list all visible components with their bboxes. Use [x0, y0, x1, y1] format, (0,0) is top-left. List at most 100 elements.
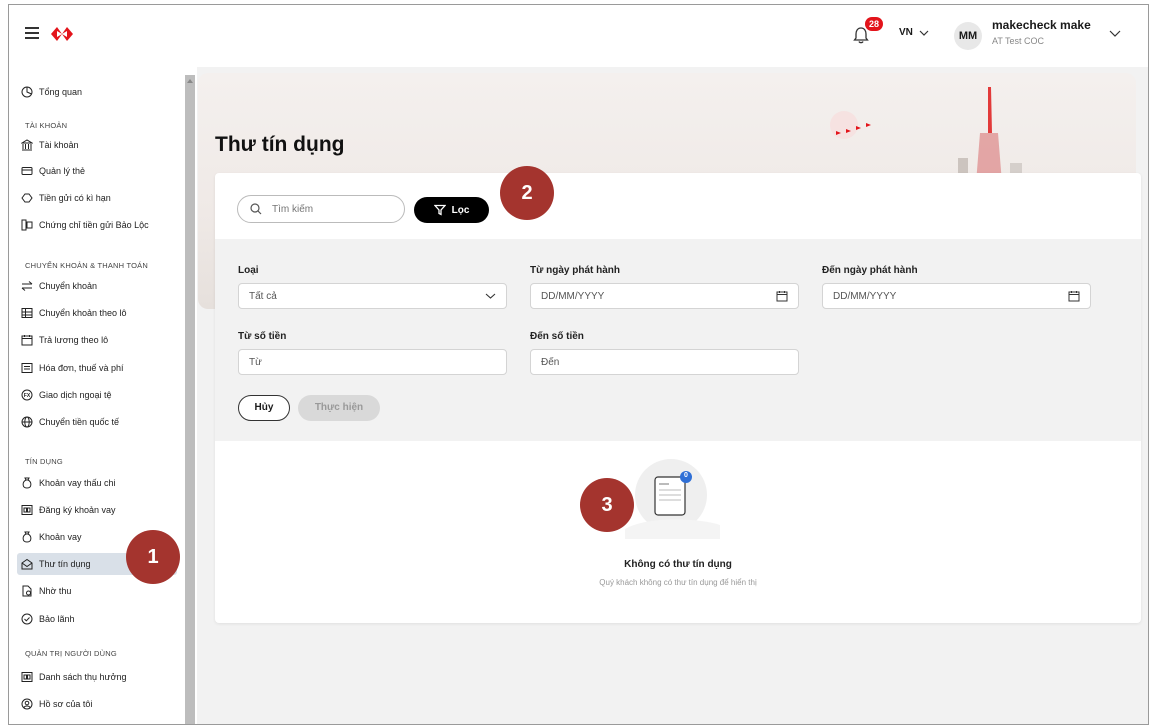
from-amount-field[interactable]: Từ — [238, 349, 507, 375]
app-window: 28 VN MM makecheck make AT Test COC Tổng… — [8, 4, 1149, 725]
search-box[interactable] — [237, 195, 405, 223]
sidebar-item-transfer[interactable]: Chuyển khoản — [17, 275, 97, 297]
sidebar-item-batch-salary[interactable]: Trả lương theo lô — [17, 329, 108, 351]
filter-button[interactable]: Lọc — [414, 197, 489, 223]
sidebar-item-label: Chuyển tiền quốc tế — [39, 417, 120, 427]
sidebar-item-label: Trả lương theo lô — [39, 335, 109, 345]
page-title: Thư tín dụng — [215, 133, 345, 156]
sidebar-item-loan-register[interactable]: Đăng ký khoản vay — [17, 499, 116, 521]
sidebar-item-label: Nhờ thu — [39, 586, 72, 596]
deposit-icon — [21, 193, 33, 203]
money-bag-icon — [22, 531, 32, 543]
filter-label: Lọc — [451, 204, 470, 216]
type-value: Tất cả — [249, 290, 277, 302]
sidebar-item-guarantees[interactable]: Bảo lãnh — [17, 608, 75, 630]
top-bar: 28 VN MM makecheck make AT Test COC — [9, 5, 1148, 67]
svg-text:FX: FX — [24, 393, 31, 399]
chevron-down-icon[interactable] — [1109, 30, 1121, 37]
sidebar-item-overview[interactable]: Tổng quan — [17, 81, 82, 103]
sidebar-item-label: Bảo lãnh — [39, 614, 75, 624]
section-transfer: CHUYỂN KHOẢN & THANH TOÁN — [25, 261, 148, 270]
sidebar-item-label: Đăng ký khoản vay — [39, 505, 116, 515]
user-icon — [21, 698, 33, 710]
sidebar-item-term-deposit[interactable]: Tiền gửi có kì hạn — [17, 187, 111, 209]
from-amount-label: Từ số tiền — [238, 331, 287, 342]
from-issue-date-placeholder: DD/MM/YYYY — [541, 290, 605, 302]
certificate-icon — [21, 219, 33, 231]
calendar-icon[interactable] — [776, 290, 788, 302]
sidebar-item-bao-loc[interactable]: Chứng chỉ tiền gửi Bảo Lộc — [17, 214, 149, 236]
invoice-icon — [21, 363, 33, 373]
bank-icon — [21, 139, 33, 151]
document-money-icon — [22, 585, 32, 597]
sidebar-item-profile[interactable]: Hồ sơ của tôi — [17, 693, 92, 715]
check-badge-icon — [21, 613, 33, 625]
language-selector[interactable]: VN — [899, 27, 929, 38]
sidebar-item-label: Chuyển khoản — [39, 281, 98, 291]
transfer-icon — [21, 281, 33, 291]
chevron-down-icon — [485, 293, 496, 299]
submit-button[interactable]: Thực hiện — [298, 395, 380, 421]
search-input[interactable] — [272, 203, 382, 215]
filter-icon — [433, 204, 446, 216]
register-icon — [21, 505, 33, 515]
sidebar-item-cards[interactable]: Quản lý thẻ — [17, 160, 85, 182]
section-credit: TÍN DỤNG — [25, 457, 63, 466]
user-org: AT Test COC — [992, 36, 1045, 46]
avatar[interactable]: MM — [954, 22, 982, 50]
scroll-up-icon[interactable] — [187, 79, 193, 83]
register-icon — [21, 672, 33, 682]
calendar-icon — [21, 335, 33, 346]
chevron-down-icon — [919, 30, 929, 36]
sidebar-item-intl-transfer[interactable]: Chuyển tiền quốc tế — [17, 411, 119, 433]
calendar-icon[interactable] — [1068, 290, 1080, 302]
sidebar-scrollbar[interactable] — [185, 75, 195, 724]
to-amount-field[interactable]: Đến — [530, 349, 799, 375]
annotation-marker-3: 3 — [580, 478, 634, 532]
sidebar-item-batch-transfer[interactable]: Chuyển khoản theo lô — [17, 302, 127, 324]
to-issue-date-field[interactable]: DD/MM/YYYY — [822, 283, 1091, 309]
sidebar-item-label: Giao dịch ngoại tệ — [39, 390, 112, 400]
type-select[interactable]: Tất cả — [238, 283, 507, 309]
sidebar-item-accounts[interactable]: Tài khoản — [17, 134, 79, 156]
sidebar-item-loans[interactable]: Khoản vay — [17, 526, 82, 548]
pie-chart-icon — [21, 86, 33, 98]
to-amount-placeholder: Đến — [541, 356, 560, 368]
money-bag-icon — [22, 477, 32, 489]
sidebar-item-beneficiaries[interactable]: Danh sách thụ hưởng — [17, 666, 126, 688]
sidebar-item-collections[interactable]: Nhờ thu — [17, 580, 71, 602]
envelope-icon — [21, 558, 33, 570]
sidebar-item-overdraft[interactable]: Khoản vay thấu chi — [17, 472, 116, 494]
sidebar-item-label: Tiền gửi có kì hạn — [39, 193, 111, 203]
sidebar-item-label: Chuyển khoản theo lô — [39, 308, 127, 318]
fx-icon: FX — [21, 389, 33, 401]
empty-state-title: Không có thư tín dụng — [624, 559, 732, 570]
sidebar-item-label: Khoản vay thấu chi — [39, 478, 116, 488]
bank-logo[interactable] — [51, 27, 73, 41]
user-name: makecheck make — [992, 18, 1091, 32]
to-issue-date-placeholder: DD/MM/YYYY — [833, 290, 897, 302]
annotation-marker-2: 2 — [500, 166, 554, 220]
cancel-button[interactable]: Hủy — [238, 395, 290, 421]
menu-icon[interactable] — [25, 27, 39, 39]
globe-icon — [21, 416, 33, 428]
sidebar-item-label: Quản lý thẻ — [39, 166, 86, 176]
from-issue-date-field[interactable]: DD/MM/YYYY — [530, 283, 799, 309]
language-label: VN — [899, 27, 913, 38]
sidebar-item-fx[interactable]: FX Giao dịch ngoại tệ — [17, 384, 112, 406]
sidebar-item-label: Chứng chỉ tiền gửi Bảo Lộc — [39, 220, 149, 230]
card-icon — [21, 167, 33, 175]
filter-panel: Loại Tất cả Từ ngày phát hành DD/MM/YYYY… — [215, 239, 1141, 441]
sidebar-item-label: Thư tín dụng — [39, 559, 91, 569]
from-amount-placeholder: Từ — [249, 356, 262, 368]
to-amount-label: Đến số tiền — [530, 331, 584, 342]
empty-count-badge: 0 — [684, 472, 688, 479]
annotation-marker-1: 1 — [126, 530, 180, 584]
sidebar-item-label: Tổng quan — [39, 87, 83, 97]
sidebar: Tổng quan TÀI KHOẢN Tài khoản Quản lý th… — [9, 67, 197, 724]
sidebar-item-bills[interactable]: Hóa đơn, thuế và phí — [17, 357, 123, 379]
section-user-admin: QUẢN TRỊ NGƯỜI DÙNG — [25, 649, 117, 658]
table-icon — [21, 308, 33, 318]
sidebar-item-label: Hồ sơ của tôi — [39, 699, 93, 709]
sidebar-item-label: Tài khoản — [39, 140, 79, 150]
